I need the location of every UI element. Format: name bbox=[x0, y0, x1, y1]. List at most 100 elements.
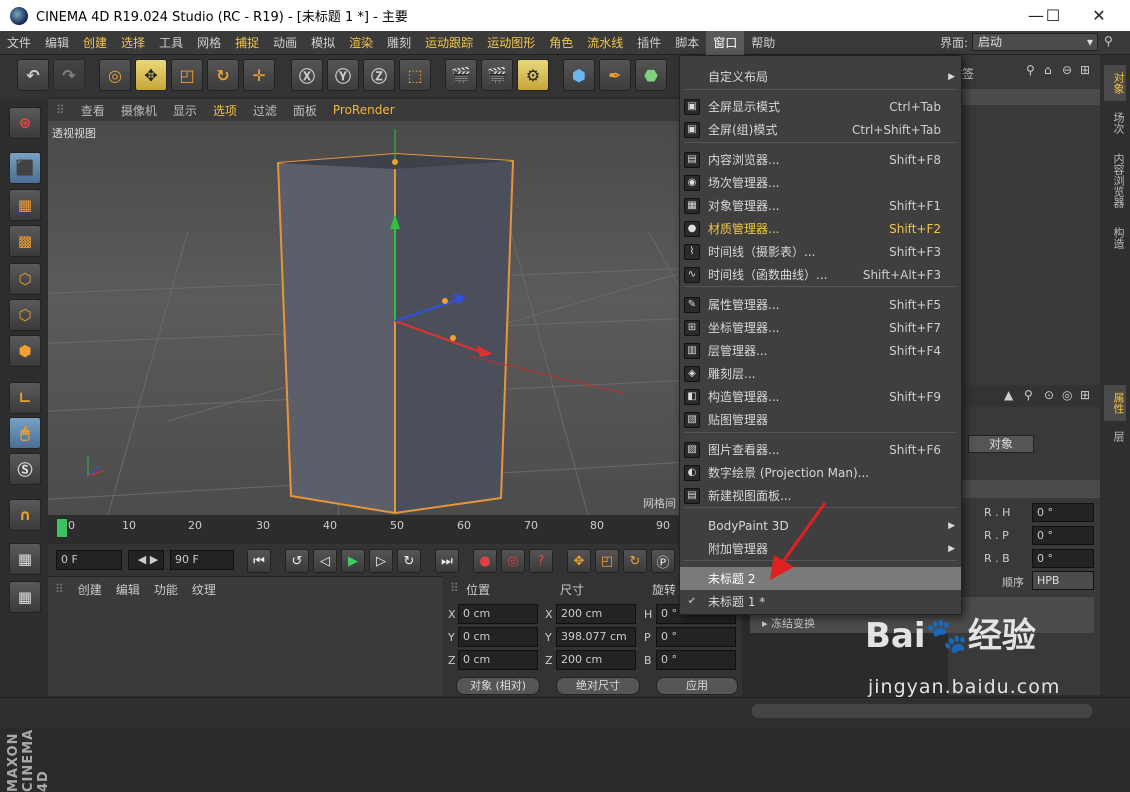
key-rotation-icon[interactable]: ↻ bbox=[623, 549, 647, 573]
size-mode-select[interactable]: 绝对尺寸 bbox=[556, 677, 640, 695]
key-scale-icon[interactable]: ◰ bbox=[595, 549, 619, 573]
rot-p-attr-field[interactable]: 0 ° bbox=[1032, 526, 1094, 545]
window-menu-item[interactable]: ▣ 全屏(组)模式 Ctrl+Shift+Tab bbox=[680, 118, 961, 141]
window-menu-item[interactable]: ◐ 数字绘景 (Projection Man)... bbox=[680, 461, 961, 484]
menu-item[interactable]: 插件 bbox=[630, 31, 668, 55]
auto-key-icon[interactable]: ◎ bbox=[501, 549, 525, 573]
menu-item[interactable]: 雕刻 bbox=[380, 31, 418, 55]
window-menu-item[interactable]: ◈ 雕刻层... bbox=[680, 362, 961, 385]
make-editable-icon[interactable]: ⊛ bbox=[9, 107, 41, 139]
points-mode-icon[interactable]: ⬡ bbox=[9, 263, 41, 295]
scale-tool-icon[interactable]: ◰ bbox=[171, 59, 203, 91]
window-menu-item[interactable]: ▨ 图片查看器... Shift+F6 bbox=[680, 438, 961, 461]
search-icon[interactable]: ⚲ bbox=[1104, 34, 1113, 48]
render-settings-icon[interactable]: ⚙ bbox=[517, 59, 549, 91]
texture-mode-icon[interactable]: ▦ bbox=[9, 189, 41, 221]
menu-item[interactable]: 流水线 bbox=[580, 31, 630, 55]
z-axis-lock-icon[interactable]: Ⓩ bbox=[363, 59, 395, 91]
recent-tool-icon[interactable]: ✛ bbox=[243, 59, 275, 91]
current-frame-field[interactable]: 0 F bbox=[56, 550, 122, 570]
menu-item[interactable]: 运动跟踪 bbox=[418, 31, 480, 55]
window-menu-item[interactable]: ▥ 层管理器... Shift+F4 bbox=[680, 339, 961, 362]
material-menu-function[interactable]: 功能 bbox=[147, 581, 185, 598]
viewport-menu-options[interactable]: 选项 bbox=[205, 102, 245, 119]
window-menu-item[interactable]: ⌇ 时间线（摄影表）... Shift+F3 bbox=[680, 240, 961, 263]
rot-p-field[interactable]: 0 ° bbox=[656, 627, 736, 647]
key-position-icon[interactable]: ✥ bbox=[567, 549, 591, 573]
render-view-icon[interactable]: 🎬 bbox=[445, 59, 477, 91]
cube-side-face[interactable] bbox=[394, 152, 515, 515]
x-axis-lock-icon[interactable]: Ⓧ bbox=[291, 59, 323, 91]
object-tab-button[interactable]: 对象 bbox=[968, 435, 1034, 453]
menu-item[interactable]: 渲染 bbox=[342, 31, 380, 55]
model-mode-icon[interactable]: ⬛ bbox=[9, 152, 41, 184]
record-icon[interactable]: ● bbox=[473, 549, 497, 573]
tab-objects[interactable]: 对象 bbox=[1104, 65, 1126, 101]
live-select-icon[interactable]: ◎ bbox=[99, 59, 131, 91]
menu-item[interactable]: 编辑 bbox=[38, 31, 76, 55]
end-frame-field[interactable]: 90 F bbox=[170, 550, 234, 570]
tab-takes[interactable]: 场次 bbox=[1104, 105, 1126, 141]
move-tool-icon[interactable]: ✥ bbox=[135, 59, 167, 91]
window-menu-item[interactable]: ▤ 内容浏览器... Shift+F8 bbox=[680, 148, 961, 171]
menu-item[interactable]: 脚本 bbox=[668, 31, 706, 55]
window-menu-item[interactable]: ✎ 属性管理器... Shift+F5 bbox=[680, 293, 961, 316]
tab-layers[interactable]: 层 bbox=[1104, 425, 1126, 447]
coord-mode-select[interactable]: 对象 (相对) bbox=[456, 677, 540, 695]
window-menu-item[interactable]: ▧ 贴图管理器 bbox=[680, 408, 961, 431]
horizontal-scrollbar[interactable] bbox=[752, 704, 1092, 718]
perspective-viewport[interactable]: 透视视图 网格间 bbox=[48, 121, 680, 515]
workplane-icon[interactable]: ▩ bbox=[9, 225, 41, 257]
home-icon[interactable]: ⌂ bbox=[1044, 63, 1052, 77]
rot-h-attr-field[interactable]: 0 ° bbox=[1032, 503, 1094, 522]
material-menu-edit[interactable]: 编辑 bbox=[109, 581, 147, 598]
axis-mode-icon[interactable]: ∟ bbox=[9, 382, 41, 414]
viewport-menu-filter[interactable]: 过滤 bbox=[245, 102, 285, 119]
menu-item[interactable]: 动画 bbox=[266, 31, 304, 55]
workplane-lock-icon[interactable]: ▦ bbox=[9, 543, 41, 575]
cube-front-face[interactable] bbox=[276, 152, 396, 515]
viewport-menu-prorender[interactable]: ProRender bbox=[325, 103, 403, 117]
viewport-menu-view[interactable]: 查看 bbox=[73, 102, 113, 119]
window-menu-item[interactable]: ∿ 时间线（函数曲线）... Shift+Alt+F3 bbox=[680, 263, 961, 286]
rotate-tool-icon[interactable]: ↻ bbox=[207, 59, 239, 91]
rot-b-attr-field[interactable]: 0 ° bbox=[1032, 549, 1094, 568]
edges-mode-icon[interactable]: ⬡ bbox=[9, 299, 41, 331]
go-to-start-icon[interactable]: ⏮ bbox=[247, 549, 271, 573]
handle-top-point[interactable] bbox=[392, 159, 398, 165]
add-icon[interactable]: ⊞ bbox=[1080, 63, 1090, 77]
window-menu-item[interactable]: ▦ 对象管理器... Shift+F1 bbox=[680, 194, 961, 217]
size-x-field[interactable]: 200 cm bbox=[556, 604, 636, 624]
tweak-mode-icon[interactable]: 🖱 bbox=[9, 417, 41, 449]
go-to-end-icon[interactable]: ⏭ bbox=[435, 549, 459, 573]
close-button[interactable]: ✕ bbox=[1076, 0, 1122, 31]
next-key-icon[interactable]: ↻ bbox=[397, 549, 421, 573]
tab-attributes[interactable]: 属性 bbox=[1104, 385, 1126, 421]
menu-item[interactable]: 网格 bbox=[190, 31, 228, 55]
object-search-icon[interactable]: ⚲ bbox=[1026, 63, 1035, 77]
previous-frame-icon[interactable]: ◁ bbox=[313, 549, 337, 573]
menu-item[interactable]: 工具 bbox=[152, 31, 190, 55]
menu-item[interactable]: 捕捉 bbox=[228, 31, 266, 55]
timeline-ruler[interactable]: 0 10 20 30 40 50 60 70 80 90 bbox=[48, 515, 680, 543]
handle-x-point[interactable] bbox=[450, 335, 456, 341]
coordinate-system-icon[interactable]: ⬚ bbox=[399, 59, 431, 91]
magnet-icon[interactable]: ∩ bbox=[9, 499, 41, 531]
play-icon[interactable]: ▶ bbox=[341, 549, 365, 573]
pos-y-field[interactable]: 0 cm bbox=[458, 627, 538, 647]
menu-item[interactable]: 模拟 bbox=[304, 31, 342, 55]
tab-structure[interactable]: 构造 bbox=[1104, 220, 1126, 256]
search-icon[interactable]: ⚲ bbox=[1024, 388, 1033, 402]
viewport-menu-camera[interactable]: 摄像机 bbox=[113, 102, 165, 119]
window-menu-item[interactable]: 自定义布局 ▶ bbox=[680, 65, 961, 88]
material-menu-create[interactable]: 创建 bbox=[71, 581, 109, 598]
render-picture-viewer-icon[interactable]: 🎬 bbox=[481, 59, 513, 91]
menu-item[interactable]: 窗口 bbox=[706, 30, 745, 55]
polygons-mode-icon[interactable]: ⬢ bbox=[9, 335, 41, 367]
previous-key-icon[interactable]: ↺ bbox=[285, 549, 309, 573]
window-menu-item[interactable]: ● 材质管理器... Shift+F2 bbox=[680, 217, 961, 240]
frame-stepper[interactable]: ◀ ▶ bbox=[128, 550, 164, 570]
size-z-field[interactable]: 200 cm bbox=[556, 650, 636, 670]
up-arrow-icon[interactable]: ▲ bbox=[1004, 388, 1013, 402]
y-axis-lock-icon[interactable]: Ⓨ bbox=[327, 59, 359, 91]
